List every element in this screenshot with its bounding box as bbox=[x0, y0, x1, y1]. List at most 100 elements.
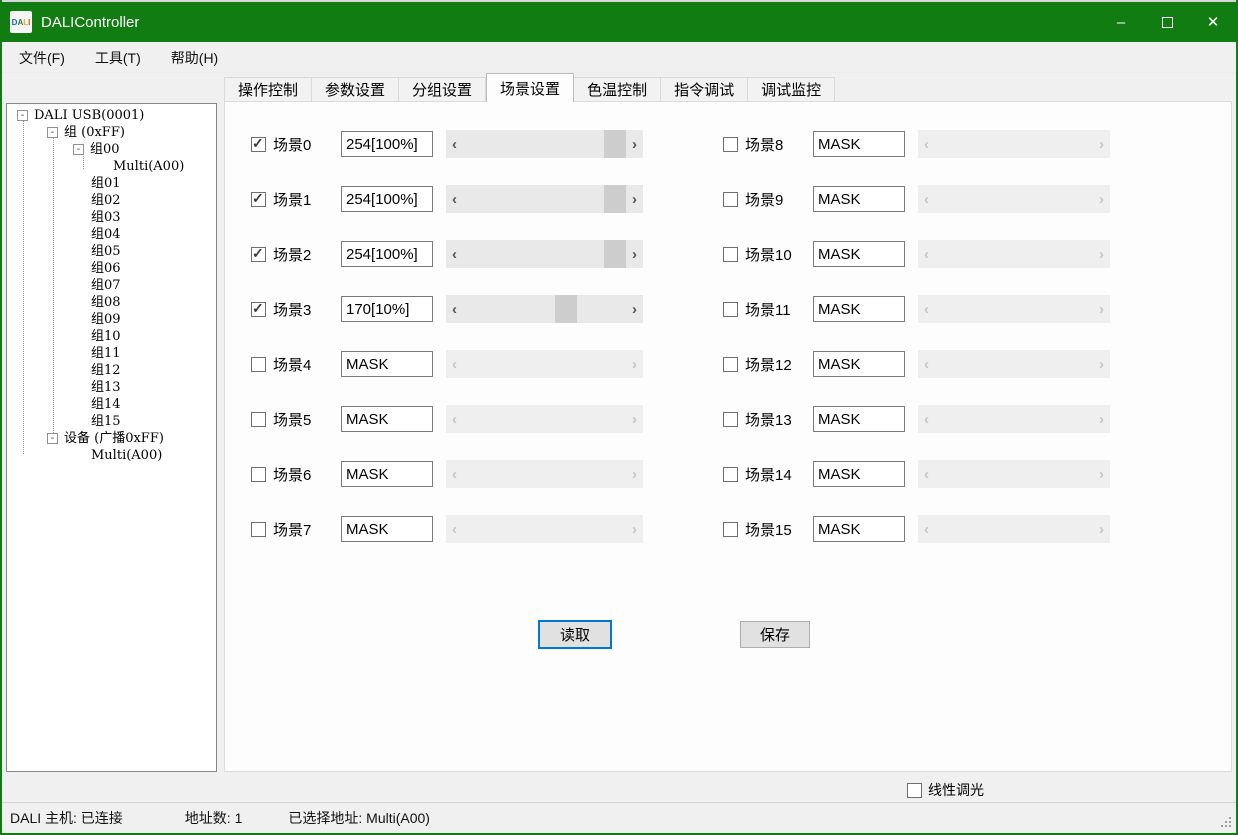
tab-4[interactable]: 色温控制 bbox=[574, 77, 661, 102]
scene-slider[interactable]: ‹› bbox=[918, 515, 1110, 543]
scene-checkbox[interactable] bbox=[251, 412, 266, 427]
scene-checkbox[interactable] bbox=[723, 412, 738, 427]
scene-checkbox[interactable] bbox=[723, 302, 738, 317]
slider-right-arrow-icon[interactable]: › bbox=[626, 130, 643, 158]
tree-item-12[interactable]: 组09 bbox=[7, 311, 216, 328]
scene-slider[interactable]: ‹› bbox=[918, 460, 1110, 488]
slider-left-arrow-icon[interactable]: ‹ bbox=[918, 405, 935, 433]
scene-slider[interactable]: ‹› bbox=[446, 350, 643, 378]
slider-track[interactable] bbox=[935, 240, 1093, 268]
slider-right-arrow-icon[interactable]: › bbox=[626, 405, 643, 433]
slider-left-arrow-icon[interactable]: ‹ bbox=[446, 240, 463, 268]
scene-value-input[interactable] bbox=[341, 241, 433, 267]
scene-value-input[interactable] bbox=[341, 186, 433, 212]
slider-left-arrow-icon[interactable]: ‹ bbox=[918, 295, 935, 323]
tree-item-3[interactable]: Multi(A00) bbox=[7, 158, 216, 175]
slider-track[interactable] bbox=[935, 405, 1093, 433]
slider-left-arrow-icon[interactable]: ‹ bbox=[918, 515, 935, 543]
menu-item-2[interactable]: 帮助(H) bbox=[160, 44, 229, 72]
scene-value-input[interactable] bbox=[341, 461, 433, 487]
scene-slider[interactable]: ‹› bbox=[446, 515, 643, 543]
tree-item-9[interactable]: 组06 bbox=[7, 260, 216, 277]
scene-value-input[interactable] bbox=[813, 186, 905, 212]
slider-track[interactable] bbox=[935, 130, 1093, 158]
tree-item-0[interactable]: -DALI USB(0001) bbox=[7, 107, 216, 124]
tab-3[interactable]: 场景设置 bbox=[486, 73, 574, 102]
scene-slider[interactable]: ‹› bbox=[918, 240, 1110, 268]
scene-slider[interactable]: ‹› bbox=[918, 130, 1110, 158]
slider-left-arrow-icon[interactable]: ‹ bbox=[918, 460, 935, 488]
slider-right-arrow-icon[interactable]: › bbox=[626, 240, 643, 268]
tree-expander-icon[interactable]: - bbox=[47, 127, 58, 138]
scene-value-input[interactable] bbox=[813, 131, 905, 157]
scene-checkbox[interactable] bbox=[723, 192, 738, 207]
read-button[interactable]: 读取 bbox=[538, 620, 612, 649]
slider-track[interactable] bbox=[463, 130, 626, 158]
slider-left-arrow-icon[interactable]: ‹ bbox=[446, 295, 463, 323]
scene-slider[interactable]: ‹› bbox=[446, 185, 643, 213]
tree-item-18[interactable]: 组15 bbox=[7, 413, 216, 430]
slider-left-arrow-icon[interactable]: ‹ bbox=[918, 350, 935, 378]
tree-expander-icon[interactable]: - bbox=[73, 144, 84, 155]
slider-left-arrow-icon[interactable]: ‹ bbox=[446, 130, 463, 158]
scene-checkbox[interactable] bbox=[723, 357, 738, 372]
slider-left-arrow-icon[interactable]: ‹ bbox=[446, 405, 463, 433]
slider-track[interactable] bbox=[463, 295, 626, 323]
scene-checkbox[interactable] bbox=[251, 247, 266, 262]
scene-checkbox[interactable] bbox=[251, 302, 266, 317]
slider-left-arrow-icon[interactable]: ‹ bbox=[446, 460, 463, 488]
slider-track[interactable] bbox=[463, 460, 626, 488]
tab-5[interactable]: 指令调试 bbox=[661, 77, 748, 102]
slider-track[interactable] bbox=[463, 240, 626, 268]
slider-right-arrow-icon[interactable]: › bbox=[1093, 185, 1110, 213]
scene-checkbox[interactable] bbox=[723, 467, 738, 482]
slider-track[interactable] bbox=[463, 350, 626, 378]
slider-thumb[interactable] bbox=[555, 295, 577, 323]
close-button[interactable]: ✕ bbox=[1190, 2, 1236, 42]
slider-right-arrow-icon[interactable]: › bbox=[626, 460, 643, 488]
scene-slider[interactable]: ‹› bbox=[446, 240, 643, 268]
slider-left-arrow-icon[interactable]: ‹ bbox=[446, 515, 463, 543]
scene-slider[interactable]: ‹› bbox=[918, 405, 1110, 433]
slider-track[interactable] bbox=[463, 405, 626, 433]
slider-track[interactable] bbox=[935, 350, 1093, 378]
scene-checkbox[interactable] bbox=[251, 137, 266, 152]
tree-item-17[interactable]: 组14 bbox=[7, 396, 216, 413]
menu-item-0[interactable]: 文件(F) bbox=[8, 44, 76, 72]
tree-expander-icon[interactable]: - bbox=[47, 433, 58, 444]
slider-right-arrow-icon[interactable]: › bbox=[1093, 515, 1110, 543]
tree-expander-icon[interactable]: - bbox=[17, 110, 28, 121]
scene-value-input[interactable] bbox=[813, 351, 905, 377]
tree-item-1[interactable]: -组 (0xFF) bbox=[7, 124, 216, 141]
tree-item-16[interactable]: 组13 bbox=[7, 379, 216, 396]
tab-0[interactable]: 操作控制 bbox=[224, 77, 312, 102]
slider-track[interactable] bbox=[463, 515, 626, 543]
slider-left-arrow-icon[interactable]: ‹ bbox=[446, 185, 463, 213]
scene-checkbox[interactable] bbox=[723, 247, 738, 262]
tree-item-10[interactable]: 组07 bbox=[7, 277, 216, 294]
scene-value-input[interactable] bbox=[813, 406, 905, 432]
scene-value-input[interactable] bbox=[341, 131, 433, 157]
slider-thumb[interactable] bbox=[604, 240, 626, 268]
slider-track[interactable] bbox=[935, 185, 1093, 213]
scene-slider[interactable]: ‹› bbox=[918, 295, 1110, 323]
scene-value-input[interactable] bbox=[341, 516, 433, 542]
slider-track[interactable] bbox=[935, 295, 1093, 323]
tree-item-8[interactable]: 组05 bbox=[7, 243, 216, 260]
slider-left-arrow-icon[interactable]: ‹ bbox=[918, 130, 935, 158]
minimize-button[interactable]: – bbox=[1098, 2, 1144, 42]
scene-slider[interactable]: ‹› bbox=[446, 295, 643, 323]
scene-slider[interactable]: ‹› bbox=[446, 460, 643, 488]
slider-left-arrow-icon[interactable]: ‹ bbox=[918, 185, 935, 213]
scene-value-input[interactable] bbox=[341, 351, 433, 377]
scene-value-input[interactable] bbox=[813, 461, 905, 487]
scene-value-input[interactable] bbox=[813, 241, 905, 267]
save-button[interactable]: 保存 bbox=[740, 621, 810, 648]
scene-value-input[interactable] bbox=[813, 516, 905, 542]
tree-item-13[interactable]: 组10 bbox=[7, 328, 216, 345]
slider-right-arrow-icon[interactable]: › bbox=[1093, 350, 1110, 378]
tab-1[interactable]: 参数设置 bbox=[312, 77, 399, 102]
tree-item-14[interactable]: 组11 bbox=[7, 345, 216, 362]
slider-thumb[interactable] bbox=[604, 185, 626, 213]
slider-left-arrow-icon[interactable]: ‹ bbox=[918, 240, 935, 268]
